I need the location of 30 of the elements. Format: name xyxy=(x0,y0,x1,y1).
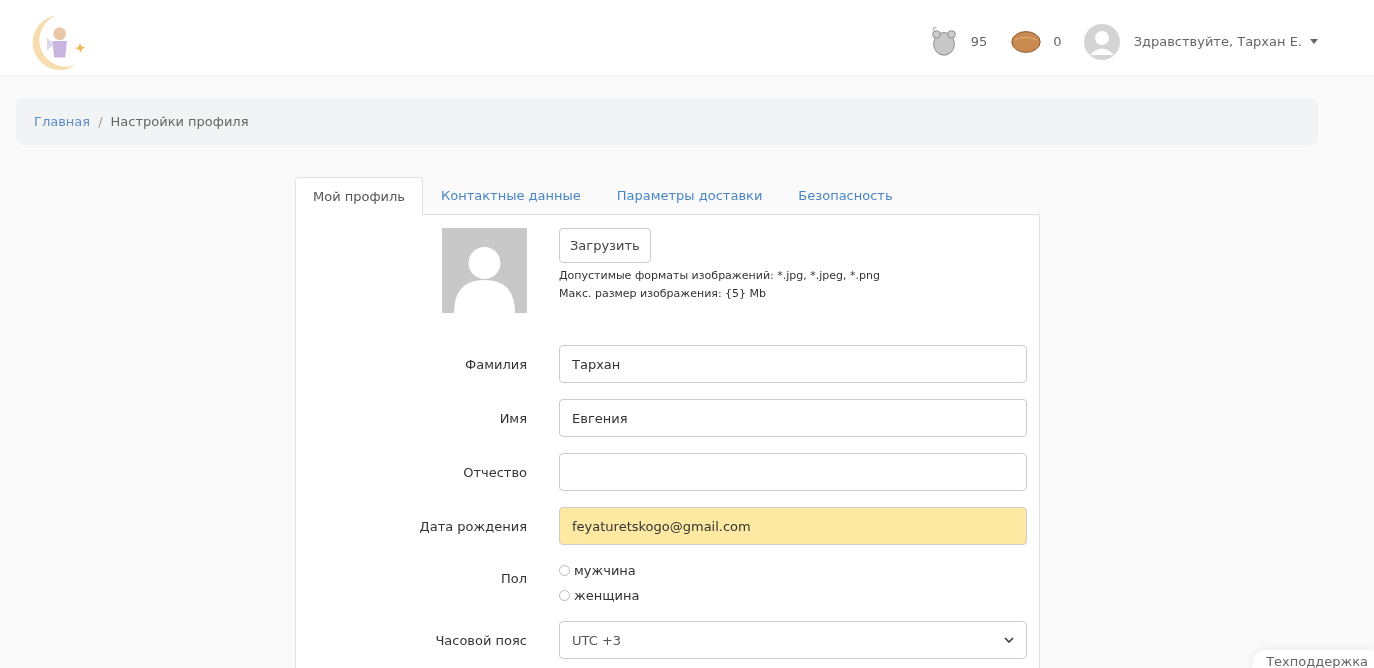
text-field[interactable] xyxy=(559,453,1027,491)
radio-label: женщина xyxy=(574,588,640,603)
text-field[interactable]: feyaturetskogo@gmail.com xyxy=(559,507,1027,545)
field-label: Имя xyxy=(499,410,527,426)
upload-button[interactable]: Загрузить xyxy=(559,228,651,263)
tab[interactable]: Контактные данные xyxy=(423,177,599,214)
text-field[interactable]: Тархан xyxy=(559,345,1027,383)
breadcrumb-link[interactable]: Главная xyxy=(34,114,91,129)
avatar-icon xyxy=(1083,23,1120,60)
upload-hint: Макс. размер изображения: {5} Mb xyxy=(559,287,768,300)
upload-hint: Допустимые форматы изображений: *.jpg, *.jpeg, *.png xyxy=(559,269,881,282)
field-label: Часовой пояс xyxy=(435,632,527,648)
text-field[interactable]: Евгения xyxy=(559,399,1027,437)
field-label: Фамилия xyxy=(465,356,527,372)
breadcrumb-separator: / xyxy=(98,114,103,129)
field-label: Пол xyxy=(500,571,527,586)
support-button[interactable]: Техподдержка xyxy=(1252,650,1374,668)
caret-icon xyxy=(1310,39,1318,44)
chevron-icon xyxy=(1004,637,1014,643)
counter-value: 0 xyxy=(1053,34,1062,49)
radio-label: мужчина xyxy=(574,563,636,578)
tab[interactable]: Мой профиль xyxy=(295,177,423,215)
field-label: Отчество xyxy=(463,464,527,480)
counter-value: 95 xyxy=(970,34,988,49)
user-menu[interactable]: Здравствуйте, Тархан Е. xyxy=(1133,34,1318,49)
field-label: Дата рождения xyxy=(419,518,527,534)
tab[interactable]: Безопасность xyxy=(780,177,911,214)
breadcrumb-link[interactable]: Настройки профиля xyxy=(110,114,249,129)
tab[interactable]: Параметры доставки xyxy=(598,177,781,214)
timezone-select[interactable]: UTC +3 xyxy=(559,621,1027,659)
